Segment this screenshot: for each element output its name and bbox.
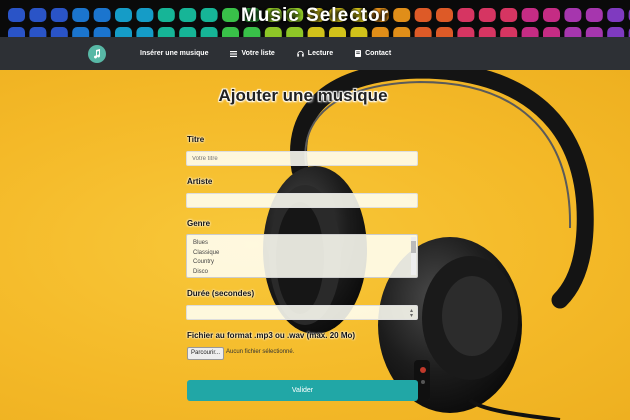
number-spinner-icon[interactable]: ▴ ▾ [410, 308, 413, 319]
banner-dot [286, 27, 304, 37]
banner-dot [264, 27, 282, 37]
banner-dot [500, 27, 518, 37]
nav-item-contact[interactable]: Contact [355, 50, 391, 57]
submit-button[interactable]: Valider [187, 380, 418, 401]
music-logo-icon[interactable] [88, 44, 106, 63]
banner-dot [543, 27, 560, 37]
genre-option[interactable]: Country [193, 258, 411, 268]
duration-input[interactable]: ▴ ▾ [186, 305, 418, 320]
banner-dot [307, 27, 325, 37]
title-input[interactable] [186, 151, 418, 166]
genre-option[interactable]: Disco [193, 268, 411, 278]
artist-label: Artiste [187, 177, 213, 186]
banner-dot [136, 27, 154, 37]
nav-item-insert-music[interactable]: Insérer une musique [140, 50, 208, 57]
nav-item-label: Contact [365, 50, 392, 57]
nav-item-playback[interactable]: Lecture [297, 50, 333, 57]
banner-dot [521, 27, 539, 37]
nav-item-label: Votre liste [241, 50, 275, 57]
genre-option[interactable]: Blues [193, 239, 411, 249]
banner-dot [371, 27, 389, 37]
genre-scrollbar[interactable] [411, 237, 416, 275]
banner-dot [457, 27, 475, 37]
banner-dot [414, 27, 432, 37]
banner-dot [29, 27, 47, 37]
scrollbar-thumb[interactable] [411, 241, 416, 253]
page-title: Ajouter une musique [218, 86, 388, 105]
nav-bar: Insérer une musique Votre liste Lecture … [0, 37, 630, 70]
banner-dot [585, 27, 603, 37]
banner-dot [200, 27, 218, 37]
title-label: Titre [187, 135, 205, 144]
banner-dot [115, 27, 132, 37]
headphones-icon [297, 50, 304, 57]
banner-dot [329, 27, 346, 37]
header-banner: Music Selector [0, 0, 630, 37]
app-title: Music Selector [240, 5, 390, 26]
genre-label: Genre [187, 219, 211, 228]
banner-dot [243, 27, 261, 37]
banner-dot [478, 27, 496, 37]
genre-option[interactable]: Classique [193, 249, 411, 259]
banner-dot [222, 27, 239, 37]
banner-dot [157, 27, 175, 37]
banner-dot [93, 27, 111, 37]
music-note-icon [94, 48, 101, 59]
nav-item-label: Lecture [307, 50, 334, 57]
file-label: Fichier au format .mp3 ou .wav (max. 20 … [187, 331, 356, 340]
browse-file-button[interactable]: Parcourir... [187, 347, 225, 360]
banner-dot [350, 27, 368, 37]
banner-dot [393, 27, 411, 37]
nav-item-label: Insérer une musique [140, 50, 209, 57]
nav-item-your-list[interactable]: Votre liste [230, 50, 275, 57]
banner-dot [436, 27, 453, 37]
contact-card-icon [355, 50, 362, 57]
file-status-text: Aucun fichier sélectionné. [226, 349, 295, 355]
duration-label: Durée (secondes) [187, 289, 255, 298]
banner-dot [564, 27, 582, 37]
banner-dot [179, 27, 197, 37]
banner-dot [607, 27, 625, 37]
artist-input[interactable] [186, 193, 418, 208]
list-icon [230, 50, 238, 57]
banner-dot [8, 27, 25, 37]
banner-dot [72, 27, 90, 37]
genre-select[interactable]: Blues Classique Country Disco [186, 234, 418, 278]
banner-dot [50, 27, 68, 37]
